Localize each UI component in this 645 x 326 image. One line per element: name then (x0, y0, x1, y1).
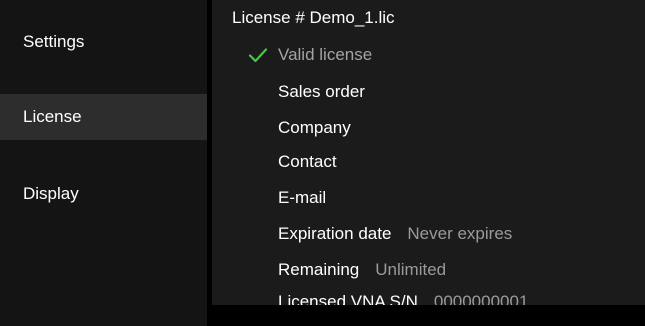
license-panel: License # Demo_1.lic Valid license Sales… (212, 0, 645, 311)
bottom-strip (212, 305, 645, 326)
field-sales-order: Sales order (278, 80, 365, 104)
sidebar-item-display[interactable]: Display (0, 174, 207, 214)
sidebar-item-label: Settings (23, 32, 85, 51)
field-remaining: Remaining Unlimited (278, 258, 446, 282)
field-value: Never expires (407, 224, 513, 243)
field-label: E-mail (278, 188, 327, 207)
field-company: Company (278, 116, 351, 140)
field-expiration-date: Expiration date Never expires (278, 222, 512, 246)
field-contact: Contact (278, 150, 337, 174)
license-status-text: Valid license (278, 45, 373, 64)
field-label: Remaining (278, 260, 360, 279)
license-status: Valid license (248, 43, 372, 67)
field-label: Company (278, 118, 351, 137)
sidebar: Settings License Display (0, 0, 207, 326)
app-window: Settings License Display License # Demo_… (0, 0, 645, 326)
field-label: Expiration date (278, 224, 392, 243)
sidebar-item-label: Display (23, 184, 79, 203)
field-email: E-mail (278, 186, 326, 210)
license-title: License # Demo_1.lic (232, 8, 395, 27)
field-label: Sales order (278, 82, 365, 101)
field-value: Unlimited (375, 260, 447, 279)
sidebar-item-license[interactable]: License (0, 94, 207, 140)
sidebar-item-label: License (23, 107, 82, 126)
sidebar-item-settings[interactable]: Settings (0, 22, 207, 62)
checkmark-icon (248, 48, 268, 63)
field-label: Contact (278, 152, 337, 171)
